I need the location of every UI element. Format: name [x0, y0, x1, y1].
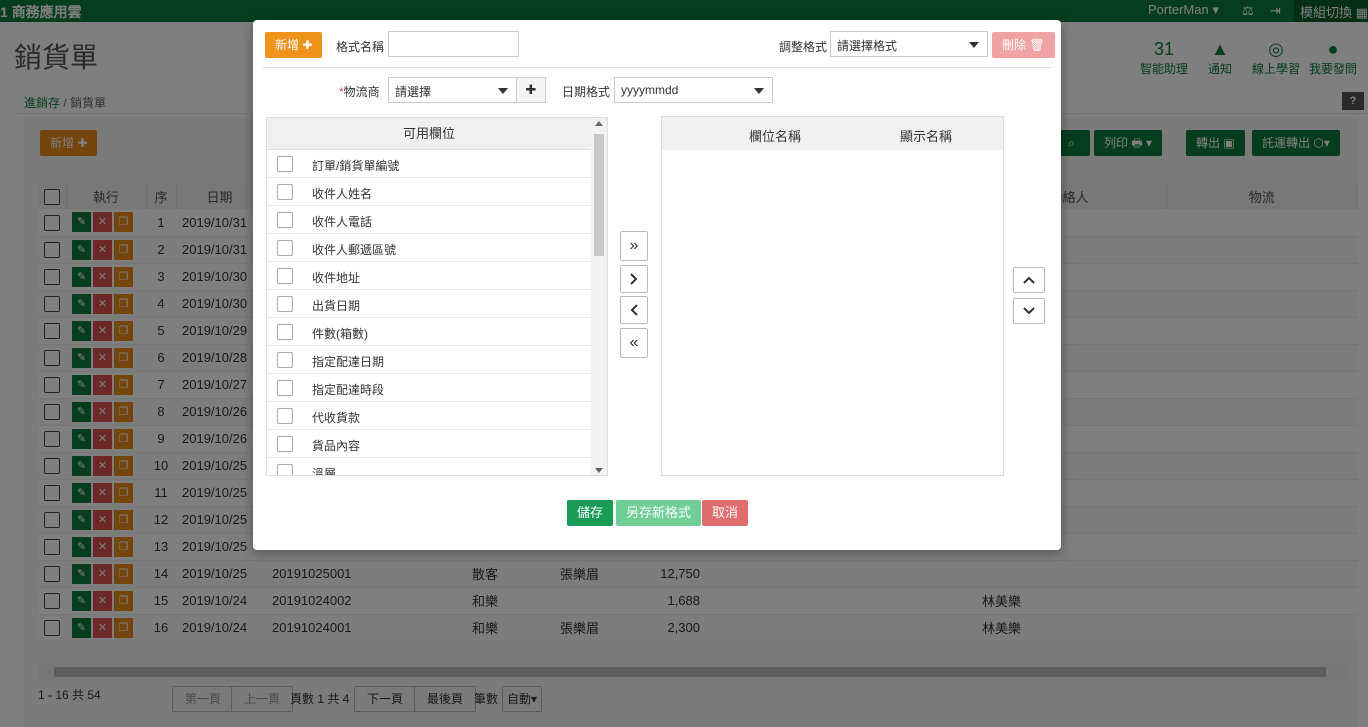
export-format-dialog: 新增 ✚ 格式名稱 調整格式 請選擇格式 刪除 🗑 *物流商 請選擇 ✚ 日期格…	[253, 20, 1061, 550]
available-field-item[interactable]: 收件人姓名	[267, 178, 591, 206]
available-field-item[interactable]: 指定配達日期	[267, 346, 591, 374]
adjust-format-select[interactable]: 請選擇格式	[830, 31, 988, 57]
available-field-item[interactable]: 出貨日期	[267, 290, 591, 318]
logistics-label: *物流商	[339, 85, 380, 99]
field-checkbox[interactable]	[277, 240, 293, 256]
adjust-format-label: 調整格式	[779, 40, 828, 54]
field-label: 出貨日期	[312, 299, 361, 313]
format-name-label: 格式名稱	[336, 40, 385, 54]
field-label: 代收貨款	[312, 411, 361, 425]
field-checkbox[interactable]	[277, 212, 293, 228]
move-left-button[interactable]	[620, 296, 648, 324]
field-checkbox[interactable]	[277, 436, 293, 452]
field-label: 收件地址	[312, 271, 361, 285]
field-label: 收件人姓名	[312, 187, 373, 201]
chevron-up-icon	[1023, 276, 1035, 284]
scroll-down-arrow[interactable]	[595, 468, 603, 473]
date-format-label: 日期格式	[562, 85, 611, 99]
available-field-item[interactable]: 收件地址	[267, 262, 591, 290]
move-all-right-button[interactable]: »	[620, 231, 648, 261]
modal-add-button[interactable]: 新增 ✚	[265, 32, 323, 58]
format-name-input[interactable]	[388, 31, 519, 57]
chevron-down-icon	[1023, 307, 1035, 315]
date-format-select[interactable]: yyyymmdd	[614, 77, 773, 103]
selected-fields-list: 欄位名稱 顯示名稱	[661, 116, 1004, 476]
available-field-item[interactable]: 件數(箱數)	[267, 318, 591, 346]
field-checkbox[interactable]	[277, 408, 293, 424]
field-checkbox[interactable]	[277, 380, 293, 396]
field-checkbox[interactable]	[277, 268, 293, 284]
delete-format-button[interactable]: 刪除 🗑	[992, 32, 1055, 58]
logistics-select[interactable]: 請選擇	[388, 77, 517, 103]
selected-fields-header: 欄位名稱 顯示名稱	[662, 117, 1003, 150]
chevron-left-icon	[630, 304, 638, 316]
logistics-value: 請選擇	[395, 85, 432, 99]
move-all-left-button[interactable]: «	[620, 328, 648, 358]
available-field-item[interactable]: 代收貨款	[267, 402, 591, 430]
available-field-item[interactable]: 指定配達時段	[267, 374, 591, 402]
available-field-item[interactable]: 訂單/銷貨單編號	[267, 150, 591, 178]
field-checkbox[interactable]	[277, 156, 293, 172]
available-fields-header: 可用欄位	[267, 118, 591, 150]
save-as-button[interactable]: 另存新格式	[616, 500, 702, 526]
move-right-button[interactable]	[620, 265, 648, 293]
available-field-item[interactable]: 溫層	[267, 458, 591, 476]
chevron-right-icon	[630, 273, 638, 285]
available-field-item[interactable]: 貨品內容	[267, 430, 591, 458]
field-label: 訂單/銷貨單編號	[312, 159, 400, 173]
col-field-name: 欄位名稱	[749, 129, 802, 144]
double-chevron-right-icon: »	[629, 237, 639, 254]
field-checkbox[interactable]	[277, 296, 293, 312]
adjust-format-value: 請選擇格式	[837, 39, 898, 53]
save-button[interactable]: 儲存	[567, 500, 614, 526]
available-fields-list: 可用欄位 訂單/銷貨單編號 收件人姓名收件人電話收件人郵遞區號 收件地址出貨日期件數…	[266, 117, 608, 476]
header-divider	[263, 67, 1051, 68]
field-label: 件數(箱數)	[312, 327, 368, 341]
double-chevron-left-icon: «	[629, 334, 639, 351]
field-label: 溫層	[312, 467, 337, 476]
available-field-item[interactable]: 收件人電話	[267, 206, 591, 234]
move-up-button[interactable]	[1013, 267, 1045, 293]
field-checkbox[interactable]	[277, 184, 293, 200]
field-checkbox[interactable]	[277, 352, 293, 368]
move-down-button[interactable]	[1013, 298, 1045, 324]
scroll-thumb[interactable]	[594, 134, 604, 256]
available-field-item[interactable]: 收件人郵遞區號	[267, 234, 591, 262]
field-label: 指定配達日期	[312, 355, 385, 369]
cancel-button[interactable]: 取消	[702, 500, 749, 526]
field-label: 貨品內容	[312, 439, 361, 453]
col-display-name: 顯示名稱	[900, 129, 953, 144]
available-fields-scrollbar[interactable]	[591, 118, 607, 475]
field-label: 收件人郵遞區號	[312, 243, 397, 257]
date-format-value: yyyymmdd	[621, 83, 679, 97]
field-label: 收件人電話	[312, 215, 373, 229]
add-logistics-button[interactable]: ✚	[516, 77, 546, 103]
scroll-up-arrow[interactable]	[595, 121, 603, 126]
field-label: 指定配達時段	[312, 383, 385, 397]
field-checkbox[interactable]	[277, 464, 293, 475]
field-checkbox[interactable]	[277, 324, 293, 340]
